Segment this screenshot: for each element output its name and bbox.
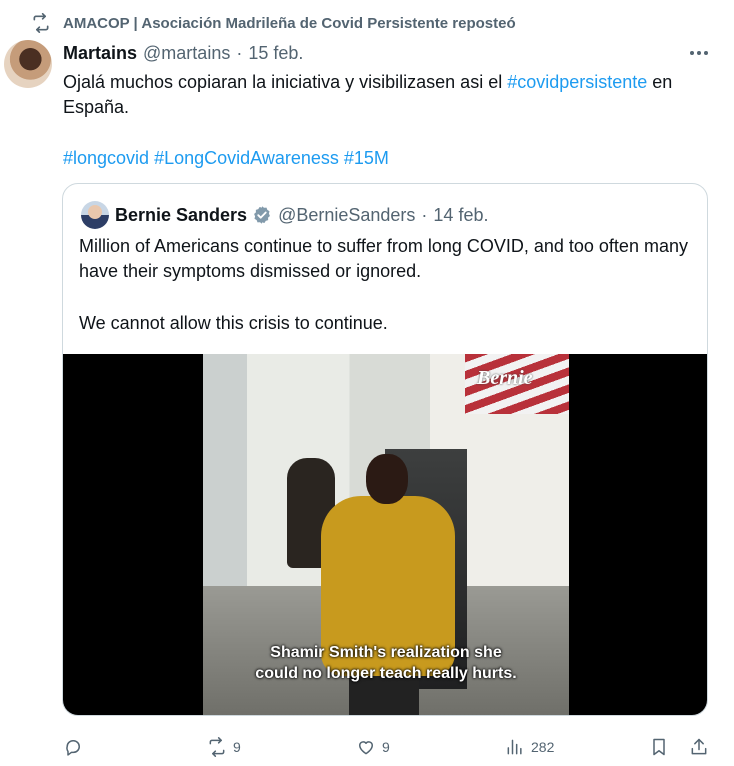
repost-context[interactable]: AMACOP | Asociación Madrileña de Covid P… <box>31 10 516 36</box>
views-count: 282 <box>531 739 555 755</box>
quoted-tweet-date[interactable]: 14 feb. <box>433 205 488 226</box>
separator-dot: · <box>236 42 243 63</box>
repost-button[interactable]: 9 <box>207 736 241 758</box>
like-count: 9 <box>382 739 390 755</box>
quoted-tweet-header: Bernie Sanders @BernieSanders · 14 feb. <box>115 201 488 229</box>
views-icon <box>507 739 522 755</box>
video-player[interactable]: Bernie Shamir Smith's realization she co… <box>63 354 707 715</box>
author-name[interactable]: Martains <box>63 43 137 64</box>
hashtag-link[interactable]: #15M <box>344 148 389 168</box>
reply-icon <box>66 740 80 756</box>
bookmark-button[interactable] <box>649 736 669 758</box>
separator-dot: · <box>421 204 428 225</box>
reply-button[interactable] <box>63 736 83 758</box>
verified-badge-icon <box>254 206 270 224</box>
hashtag-link[interactable]: #longcovid <box>63 148 149 168</box>
quoted-author-handle[interactable]: @BernieSanders <box>278 205 415 226</box>
tweet-actions-bar: 9 9 282 <box>63 736 723 758</box>
author-handle[interactable]: @martains <box>143 43 230 64</box>
tweet-author: Martains @martains · 15 feb. <box>63 40 303 66</box>
tweet-date[interactable]: 15 feb. <box>248 43 303 64</box>
hashtag-link-covidpersistente[interactable]: #covidpersistente <box>507 72 647 92</box>
like-icon <box>359 741 373 755</box>
repost-count: 9 <box>233 739 241 755</box>
quoted-tweet-paragraph: Million of Americans continue to suffer … <box>79 236 688 281</box>
more-icon <box>690 51 708 55</box>
bookmark-icon <box>653 738 665 756</box>
repost-icon <box>209 737 225 757</box>
tweet-hashtags: #longcovid #LongCovidAwareness #15M <box>63 146 394 170</box>
quoted-tweet-paragraph: We cannot allow this crisis to continue. <box>79 313 388 333</box>
tweet-text-part1: Ojalá muchos copiaran la iniciativa y vi… <box>63 72 508 92</box>
repost-icon <box>33 13 49 33</box>
share-icon <box>691 738 707 755</box>
views-button[interactable]: 282 <box>505 736 554 758</box>
video-watermark: Bernie <box>477 367 533 389</box>
quoted-tweet-text: Million of Americans continue to suffer … <box>79 234 689 336</box>
video-caption: Shamir Smith's realization she could no … <box>203 642 569 684</box>
author-avatar[interactable] <box>4 40 52 88</box>
like-button[interactable]: 9 <box>356 736 390 758</box>
video-frame: Bernie Shamir Smith's realization she co… <box>203 354 569 715</box>
tweet-text: Ojalá muchos copiaran la iniciativa y vi… <box>63 70 703 120</box>
quoted-tweet[interactable]: Bernie Sanders @BernieSanders · 14 feb. … <box>62 183 708 716</box>
repost-context-text: AMACOP | Asociación Madrileña de Covid P… <box>63 14 516 32</box>
more-options-button[interactable] <box>688 44 710 62</box>
share-button[interactable] <box>689 736 709 758</box>
quoted-author-name[interactable]: Bernie Sanders <box>115 205 247 226</box>
hashtag-link[interactable]: #LongCovidAwareness <box>154 148 339 168</box>
quoted-author-avatar[interactable] <box>81 201 109 229</box>
video-caption-line: Shamir Smith's realization she <box>270 644 502 661</box>
video-caption-line: could no longer teach really hurts. <box>255 665 517 682</box>
